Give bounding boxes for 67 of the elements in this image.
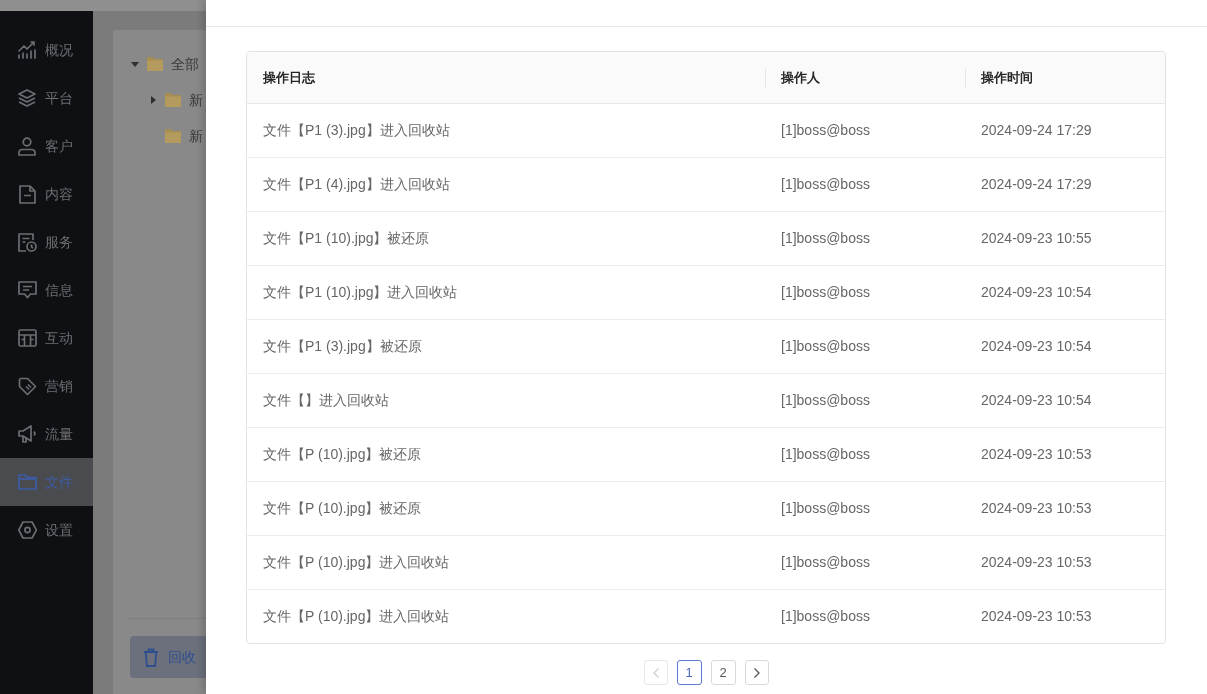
sidebar-item[interactable]: 设置	[0, 506, 93, 554]
table-cell-text: [1]boss@boss	[780, 175, 871, 194]
table-cell-text: 2024-09-24 17:29	[980, 175, 1093, 194]
column-header: 操作日志	[262, 68, 316, 87]
column-header: 操作时间	[965, 52, 1165, 103]
table-cell-text: 文件【P1 (3).jpg】被还原	[262, 337, 423, 356]
folder-icon	[165, 129, 181, 143]
sidebar-item[interactable]: 互动	[0, 314, 93, 362]
message-icon	[17, 281, 37, 299]
table-cell-text: 2024-09-23 10:53	[980, 553, 1093, 572]
folder-icon	[165, 93, 181, 107]
sidebar-item[interactable]: 平台	[0, 74, 93, 122]
trash-icon	[143, 647, 159, 667]
chevron-left-icon	[652, 667, 659, 678]
sidebar-item[interactable]: 概况	[0, 26, 93, 74]
tree-item[interactable]: 新	[113, 82, 206, 118]
folder-icon	[17, 474, 37, 490]
document-icon	[18, 184, 36, 204]
table-cell-text: 文件【P1 (4).jpg】进入回收站	[262, 175, 451, 194]
sidebar-item[interactable]: 服务	[0, 218, 93, 266]
table-cell-text: 2024-09-23 10:54	[980, 283, 1093, 302]
table-cell-text: 文件【】进入回收站	[262, 391, 390, 410]
layers-icon	[17, 89, 37, 107]
folder-icon	[147, 57, 163, 71]
page-button[interactable]: 2	[710, 660, 736, 685]
table-cell-text: [1]boss@boss	[780, 229, 871, 248]
table-cell-text: 2024-09-24 17:29	[980, 121, 1093, 140]
sidebar-item[interactable]: 信息	[0, 266, 93, 314]
caret-right-icon[interactable]	[150, 96, 156, 104]
table-cell-text: [1]boss@boss	[780, 445, 871, 464]
user-icon	[18, 136, 36, 156]
caret-down-icon[interactable]	[131, 61, 139, 67]
table-cell-text: 文件【P (10).jpg】被还原	[262, 445, 423, 464]
table-cell-text: 2024-09-23 10:54	[980, 337, 1093, 356]
window-icon	[17, 329, 37, 347]
sidebar-item[interactable]: 客户	[0, 122, 93, 170]
table-cell-text: 文件【P1 (10).jpg】进入回收站	[262, 283, 459, 302]
table-cell-text: 文件【P (10).jpg】被还原	[262, 499, 423, 518]
tag-icon	[17, 376, 37, 396]
sidebar-item[interactable]: 营销	[0, 362, 93, 410]
table-cell-text: 2024-09-23 10:53	[980, 607, 1093, 626]
table-cell-text: 文件【P1 (3).jpg】进入回收站	[262, 121, 451, 140]
chevron-right-icon	[753, 667, 760, 678]
column-header: 操作人	[765, 52, 965, 103]
table-cell-text: 2024-09-23 10:53	[980, 499, 1093, 518]
megaphone-icon	[17, 424, 37, 444]
table-cell-text: [1]boss@boss	[780, 337, 871, 356]
table-cell-text: [1]boss@boss	[780, 607, 871, 626]
table-cell-text: 文件【P1 (10).jpg】被还原	[262, 229, 431, 248]
sidebar-item[interactable]: 内容	[0, 170, 93, 218]
table-cell-text: [1]boss@boss	[780, 391, 871, 410]
tree-item[interactable]: 全部	[113, 46, 206, 82]
settings-icon	[17, 521, 37, 539]
table-cell-text: [1]boss@boss	[780, 121, 871, 140]
sidebar-item[interactable]: 流量	[0, 410, 93, 458]
chart-icon	[17, 41, 37, 59]
table-cell-text: 2024-09-23 10:54	[980, 391, 1093, 410]
tree-item[interactable]: 新	[113, 118, 206, 154]
table-cell-text: [1]boss@boss	[780, 553, 871, 572]
table-cell-text: [1]boss@boss	[780, 283, 871, 302]
page-button[interactable]: 1	[676, 660, 702, 685]
table-cell-text: 2024-09-23 10:55	[980, 229, 1093, 248]
document-clock-icon	[17, 232, 37, 252]
table-cell-text: 文件【P (10).jpg】进入回收站	[262, 607, 451, 626]
table-cell-text: [1]boss@boss	[780, 499, 871, 518]
table-cell-text: 文件【P (10).jpg】进入回收站	[262, 553, 451, 572]
table-cell-text: 2024-09-23 10:53	[980, 445, 1093, 464]
